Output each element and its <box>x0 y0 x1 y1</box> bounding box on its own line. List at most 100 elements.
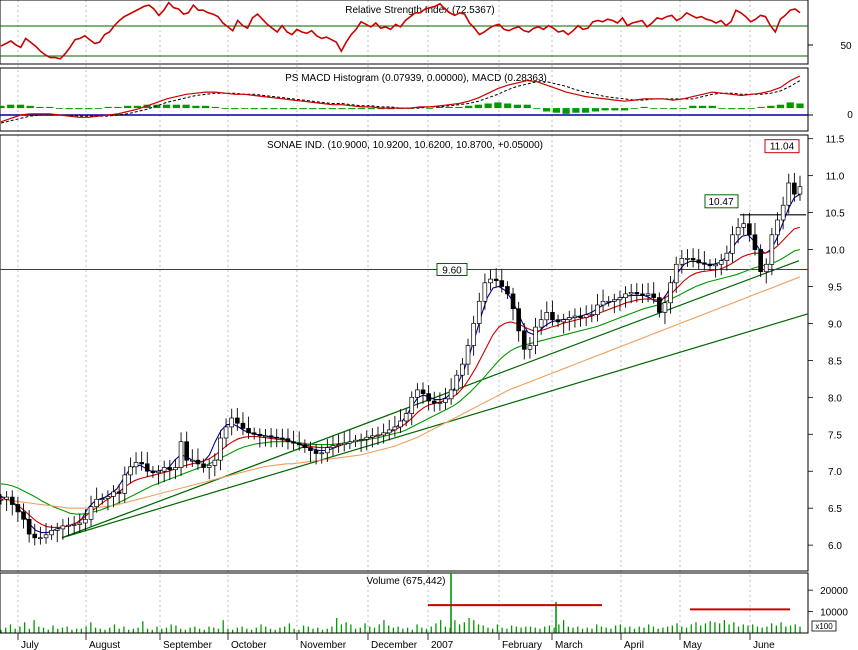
macd-histogram-bar <box>767 105 775 109</box>
candle-body <box>645 293 651 296</box>
candle-body <box>448 389 454 400</box>
candle-body <box>240 422 246 429</box>
macd-histogram-bar <box>367 108 375 110</box>
macd-histogram-bar <box>562 108 570 114</box>
candle-body <box>555 319 561 323</box>
macd-panel: PS MACD Histogram (0.07939, 0.00000), MA… <box>0 67 853 132</box>
candle-body <box>707 263 713 267</box>
candle-body <box>353 439 358 443</box>
volume-tick-label: 10000 <box>820 608 848 619</box>
candle-body <box>426 393 431 402</box>
macd-histogram-bar <box>26 105 34 109</box>
candle-body <box>150 470 156 474</box>
macd-histogram-bar <box>299 108 307 110</box>
candle-body <box>268 435 274 438</box>
candle-body <box>673 263 679 284</box>
support-label: 9.60 <box>442 265 462 276</box>
candle-body <box>161 467 167 472</box>
price-tick-label: 9.5 <box>828 282 842 293</box>
x-axis: July August September October November Decemb… <box>0 632 808 650</box>
candle-body <box>482 282 488 302</box>
candle-body <box>375 434 381 437</box>
macd-histogram-bar <box>689 105 697 109</box>
stock-chart: Relative Strength Index (72.5367) 50 PS … <box>0 0 853 650</box>
x-tick-label: November <box>300 640 347 650</box>
candle-body <box>364 436 370 440</box>
macd-histogram-bar <box>552 108 560 113</box>
candle-body <box>291 441 296 444</box>
candle-body <box>99 498 105 500</box>
macd-histogram-bar <box>104 106 112 108</box>
candle-body <box>66 524 71 527</box>
macd-histogram-bar <box>16 104 25 109</box>
candle-body <box>190 459 195 462</box>
candle-body <box>797 186 803 195</box>
candle-body <box>454 374 460 391</box>
macd-histogram-bar <box>455 106 463 108</box>
candle-body <box>296 442 302 446</box>
candle-body <box>769 234 775 265</box>
candle-body <box>77 522 83 525</box>
candle-body <box>775 219 780 236</box>
x-tick-label: 2007 <box>431 640 454 650</box>
candle-body <box>538 319 544 328</box>
candle-body <box>763 263 769 273</box>
macd-histogram-bar <box>474 104 482 109</box>
rsi-panel: Relative Strength Index (72.5367) 50 <box>0 0 852 65</box>
x-tick-label: July <box>21 640 39 650</box>
candle-body <box>195 459 201 465</box>
candle-body <box>178 441 184 468</box>
x-tick-label: May <box>683 640 702 650</box>
candle-body <box>465 345 471 365</box>
candle-body <box>251 432 257 435</box>
candle-body <box>21 511 26 520</box>
candle-body <box>572 315 578 318</box>
price-axis: 6.0 6.5 7.0 7.5 8.0 8.5 9.0 9.5 10.0 10.5 11.0 11.5 <box>808 135 845 552</box>
candle-body <box>752 234 758 250</box>
candle-body <box>280 437 285 440</box>
macd-histogram-bar <box>465 105 473 109</box>
macd-histogram-bar <box>494 102 502 109</box>
candle-body <box>330 445 336 448</box>
x-tick-label: February <box>502 640 542 650</box>
price-tick-label: 7.5 <box>828 430 842 441</box>
macd-histogram-bar <box>621 108 629 111</box>
candle-body <box>347 441 353 444</box>
macd-histogram-bar <box>796 103 804 109</box>
candle-body <box>128 466 133 476</box>
macd-histogram-bar <box>679 108 687 109</box>
candle-body <box>488 278 493 284</box>
macd-histogram-bar <box>280 108 288 110</box>
macd-histogram-bar <box>94 108 102 109</box>
candle-body <box>533 326 538 346</box>
candle-body <box>505 286 510 295</box>
candle-body <box>471 323 476 346</box>
macd-histogram-bar <box>572 108 580 113</box>
candle-body <box>589 314 595 316</box>
price-tick-label: 11.0 <box>826 172 845 183</box>
candle-body <box>735 227 741 236</box>
macd-histogram-bar <box>192 105 200 109</box>
candle-body <box>0 498 4 501</box>
candle-body <box>111 491 116 497</box>
candle-body <box>201 463 206 468</box>
macd-histogram-bar <box>543 108 551 112</box>
candle-body <box>718 260 724 265</box>
price-tick-label: 11.5 <box>826 135 845 146</box>
candle-body <box>696 259 702 264</box>
macd-histogram-bar <box>786 102 794 109</box>
price-candles <box>0 172 803 546</box>
macd-histogram-bar <box>708 105 716 109</box>
candle-body <box>206 464 212 468</box>
x-tick-label: September <box>163 640 213 650</box>
candle-body <box>713 263 718 267</box>
candle-body <box>409 396 415 414</box>
candle-body <box>60 525 66 530</box>
candle-body <box>516 308 521 332</box>
candle-body <box>144 463 150 472</box>
candle-body <box>308 447 313 451</box>
volume-axis: 10000 20000 <box>808 586 848 619</box>
candle-body <box>43 534 49 539</box>
candle-body <box>71 524 77 526</box>
candle-body <box>741 223 747 228</box>
